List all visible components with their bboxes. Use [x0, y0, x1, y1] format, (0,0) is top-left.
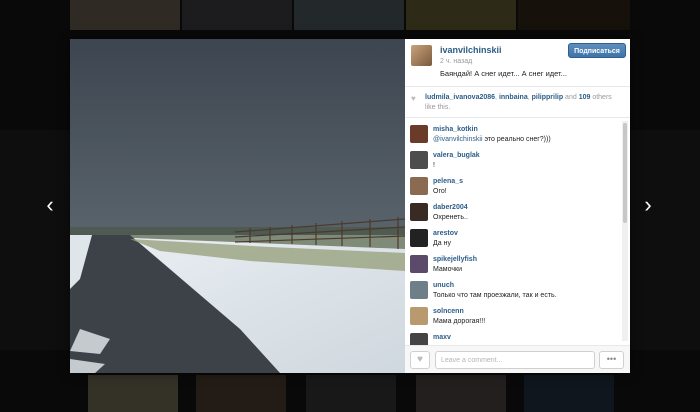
comment-item: valera_buglak ! [405, 147, 620, 173]
comment-username[interactable]: maxv [433, 334, 451, 341]
comment-item: solncenn Мама дорогая!!! [405, 303, 620, 329]
comment-username[interactable]: spikejellyfish [433, 256, 477, 263]
avatar[interactable] [410, 307, 428, 325]
comment-username[interactable]: solncenn [433, 308, 464, 315]
comment-item: unuch Только что там проезжали, так и ес… [405, 277, 620, 303]
comment-text: Охренеть.. [433, 214, 468, 221]
chevron-right-icon[interactable]: › [638, 190, 658, 220]
post-username[interactable]: ivanvilchinskii [440, 45, 502, 55]
liker-link[interactable]: ludmila_ivanova2086 [425, 94, 495, 101]
comment-text: Только что там проезжали, так и есть. [433, 292, 557, 299]
comment-username[interactable]: daber2004 [433, 204, 468, 211]
comment-text: @ivanvilchinskii это реально снег?))) [433, 136, 551, 143]
more-options-button[interactable]: ••• [599, 351, 624, 369]
heart-icon[interactable]: ♥ [410, 351, 430, 369]
post-sidebar: ivanvilchinskii 2 ч. назад Баяндай! А сн… [405, 39, 630, 373]
comment-mention[interactable]: @ivanvilchinskii [433, 136, 483, 143]
avatar[interactable] [411, 45, 432, 66]
comment-text: Мамочки [433, 266, 462, 273]
comment-list: misha_kotkin @ivanvilchinskii это реальн… [405, 119, 630, 345]
comment-text: Ого! [433, 188, 447, 195]
comment-footer: ♥ ••• [405, 345, 630, 373]
comment-username[interactable]: misha_kotkin [433, 126, 478, 133]
avatar[interactable] [410, 125, 428, 143]
comment-input[interactable] [435, 351, 595, 369]
lightbox-overlay: ‹ › ivanvilchinskii 2 ч. назад Баяндай! … [0, 0, 700, 412]
scrollbar-thumb[interactable] [623, 123, 627, 223]
comment-username[interactable]: valera_buglak [433, 152, 480, 159]
comment-item: spikejellyfish Мамочки [405, 251, 620, 277]
follow-button[interactable]: Подписаться [568, 43, 626, 58]
comment-item: arestov Да ну [405, 225, 620, 251]
likes-count[interactable]: 109 [579, 94, 591, 101]
liker-link[interactable]: innbaina [499, 94, 528, 101]
avatar[interactable] [410, 151, 428, 169]
comment-item: maxv [405, 329, 620, 345]
likes-text: ludmila_ivanova2086, innbaina, pilippril… [425, 93, 620, 113]
post-header: ivanvilchinskii 2 ч. назад Баяндай! А сн… [405, 39, 630, 87]
comment-username[interactable]: arestov [433, 230, 458, 237]
comment-item: pelena_s Ого! [405, 173, 620, 199]
avatar[interactable] [410, 255, 428, 273]
comment-username[interactable]: pelena_s [433, 178, 463, 185]
likes-and: and [563, 94, 579, 101]
post-timestamp: 2 ч. назад [440, 58, 473, 65]
chevron-left-icon[interactable]: ‹ [40, 190, 60, 220]
comment-text: Да ну [433, 240, 451, 247]
photo-modal: ivanvilchinskii 2 ч. назад Баяндай! А сн… [70, 39, 630, 373]
avatar[interactable] [410, 177, 428, 195]
snowy-road-image [70, 39, 405, 373]
comment-body: это реально снег?))) [482, 136, 551, 143]
avatar[interactable] [410, 281, 428, 299]
likes-summary: ♥ ludmila_ivanova2086, innbaina, pilippr… [405, 88, 630, 118]
avatar[interactable] [410, 333, 428, 345]
avatar[interactable] [410, 229, 428, 247]
avatar[interactable] [410, 203, 428, 221]
post-caption: Баяндай! А снег идет... А снег идет... [440, 69, 567, 78]
comment-text: Мама дорогая!!! [433, 318, 486, 325]
post-photo [70, 39, 405, 373]
liker-link[interactable]: pilipprilip [532, 94, 564, 101]
comment-username[interactable]: unuch [433, 282, 454, 289]
comment-text: ! [433, 162, 435, 169]
comment-item: misha_kotkin @ivanvilchinskii это реальн… [405, 121, 620, 147]
heart-icon: ♥ [411, 94, 416, 103]
comment-item: daber2004 Охренеть.. [405, 199, 620, 225]
